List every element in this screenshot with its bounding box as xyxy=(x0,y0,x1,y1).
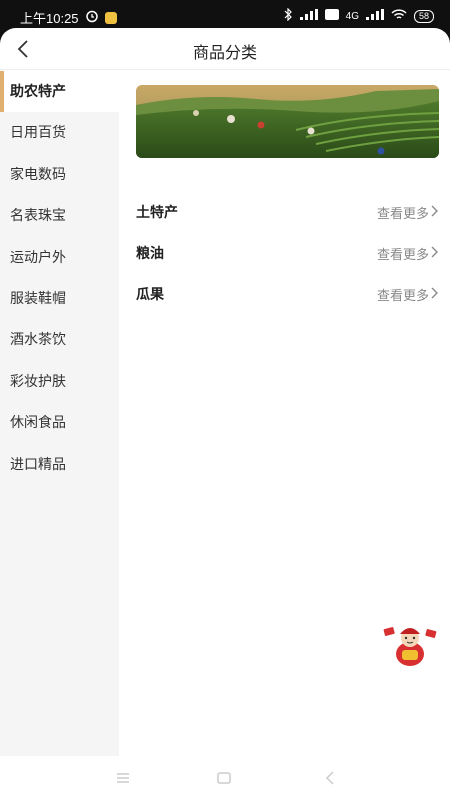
tea-plantation-banner[interactable] xyxy=(136,85,439,158)
sidebar-item-apparel-shoes[interactable]: 服装鞋帽 xyxy=(0,278,119,319)
category-row-local-specialty: 土特产 查看更多 xyxy=(136,200,439,224)
alarm-icon xyxy=(85,9,99,26)
chevron-right-icon xyxy=(431,246,439,261)
sidebar-item-drinks-tea[interactable]: 酒水茶饮 xyxy=(0,319,119,360)
see-more-link[interactable]: 查看更多 xyxy=(377,203,439,222)
sidebar-item-daily-goods[interactable]: 日用百货 xyxy=(0,112,119,153)
hd-icon xyxy=(324,9,339,23)
battery-indicator: 58 xyxy=(413,9,434,23)
category-name[interactable]: 土特产 xyxy=(136,202,178,222)
sidebar-item-snacks[interactable]: 休闲食品 xyxy=(0,402,119,443)
clock: 上午10:25 xyxy=(20,11,79,26)
header: 商品分类 xyxy=(0,28,450,70)
wifi-icon xyxy=(391,8,407,24)
sidebar-item-appliances-digital[interactable]: 家电数码 xyxy=(0,154,119,195)
category-name[interactable]: 瓜果 xyxy=(136,284,164,304)
category-name[interactable]: 粮油 xyxy=(136,243,164,263)
sidebar-item-watches-jewelry[interactable]: 名表珠宝 xyxy=(0,195,119,236)
network-type: 4G xyxy=(345,10,359,22)
sidebar-item-agri-specialty[interactable]: 助农特产 xyxy=(0,71,119,113)
see-more-link[interactable]: 查看更多 xyxy=(377,285,439,304)
signal-icon-2 xyxy=(365,9,384,23)
category-row-grain-oil: 粮油 查看更多 xyxy=(136,241,439,265)
category-screen: 商品分类 助农特产 日用百货 家电数码 名表珠宝 运动户外 服装鞋帽 酒水茶饮 … xyxy=(0,28,450,800)
sidebar-item-sports-outdoor[interactable]: 运动户外 xyxy=(0,237,119,278)
sidebar-item-cosmetics-skincare[interactable]: 彩妆护肤 xyxy=(0,361,119,402)
back-nav-icon[interactable] xyxy=(320,768,340,788)
app-notification-icon xyxy=(104,11,117,24)
chevron-right-icon xyxy=(431,205,439,220)
fortune-mascot-icon[interactable] xyxy=(382,620,438,668)
menu-icon[interactable] xyxy=(113,768,133,788)
home-icon[interactable] xyxy=(214,768,234,788)
status-bar: 上午10:25 4G 58 xyxy=(0,0,450,30)
see-more-link[interactable]: 查看更多 xyxy=(377,244,439,263)
page-title: 商品分类 xyxy=(192,45,257,62)
category-row-fruits: 瓜果 查看更多 xyxy=(136,282,439,306)
signal-icon xyxy=(299,9,318,23)
chevron-right-icon xyxy=(431,287,439,302)
system-nav-bar xyxy=(0,756,450,800)
sidebar-item-imported[interactable]: 进口精品 xyxy=(0,444,119,485)
bluetooth-icon xyxy=(284,7,293,24)
category-sidebar: 助农特产 日用百货 家电数码 名表珠宝 运动户外 服装鞋帽 酒水茶饮 彩妆护肤 … xyxy=(0,71,119,757)
